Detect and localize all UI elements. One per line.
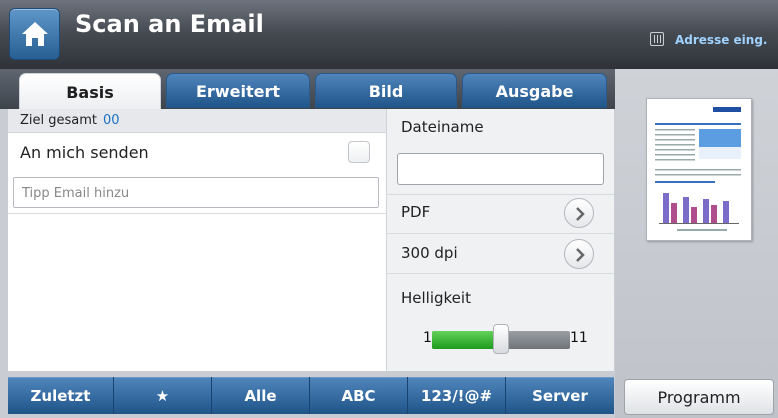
filter-recent-button[interactable]: Zuletzt	[8, 377, 114, 414]
home-icon	[22, 22, 48, 46]
brightness-slider-thumb[interactable]	[493, 324, 509, 354]
tab-bild[interactable]: Bild	[315, 73, 457, 108]
home-button[interactable]	[9, 8, 60, 60]
brightness-label: Helligkeit	[401, 289, 471, 307]
program-button[interactable]: Programm	[624, 379, 774, 415]
filter-label: Alle	[244, 386, 277, 405]
recipient-total-count: 00	[103, 113, 120, 128]
tab-erweitert[interactable]: Erweitert	[166, 73, 310, 108]
document-preview-thumbnail[interactable]	[646, 98, 752, 241]
send-to-me-checkbox[interactable]	[348, 141, 370, 163]
document-preview-image	[655, 107, 741, 231]
address-book-icon[interactable]	[650, 32, 664, 46]
filter-label: 123/!@#	[420, 386, 493, 405]
tab-label: Bild	[368, 81, 404, 101]
filter-label: Server	[532, 386, 588, 405]
filename-label: Dateiname	[401, 118, 484, 136]
filename-input[interactable]	[397, 153, 604, 185]
star-icon: ★	[155, 386, 170, 405]
brightness-max-label: 11	[570, 330, 588, 346]
chevron-right-icon	[576, 207, 585, 221]
divider	[8, 213, 386, 214]
email-input[interactable]: Tipp Email hinzu	[13, 177, 379, 208]
file-format-value: PDF	[401, 203, 431, 221]
tab-basis[interactable]: Basis	[19, 73, 161, 110]
file-format-button[interactable]	[564, 198, 594, 228]
divider	[386, 273, 614, 274]
tab-label: Ausgabe	[495, 81, 574, 101]
resolution-value: 300 dpi	[401, 244, 458, 262]
filter-all-button[interactable]: Alle	[212, 377, 310, 414]
filter-label: ABC	[341, 386, 376, 405]
divider	[386, 194, 614, 195]
tab-label: Basis	[66, 82, 114, 102]
page-title: Scan an Email	[75, 10, 264, 38]
brightness-min-label: 1	[423, 330, 432, 346]
filter-numeric-button[interactable]: 123/!@#	[408, 377, 506, 414]
tab-label: Erweitert	[196, 81, 280, 101]
divider	[386, 233, 614, 234]
chevron-right-icon	[576, 248, 585, 262]
filter-abc-button[interactable]: ABC	[310, 377, 408, 414]
filter-server-button[interactable]: Server	[506, 377, 614, 414]
address-entry-button[interactable]: Adresse eing.	[675, 33, 767, 47]
recipient-total-row: Ziel gesamt 00	[8, 109, 386, 133]
resolution-button[interactable]	[564, 239, 594, 269]
send-to-me-label: An mich senden	[20, 143, 149, 162]
tab-ausgabe[interactable]: Ausgabe	[462, 73, 607, 108]
recipient-total-label: Ziel gesamt	[20, 113, 98, 128]
filter-favorites-button[interactable]: ★	[114, 377, 212, 414]
filter-label: Zuletzt	[30, 386, 91, 405]
brightness-slider-fill	[432, 331, 501, 349]
